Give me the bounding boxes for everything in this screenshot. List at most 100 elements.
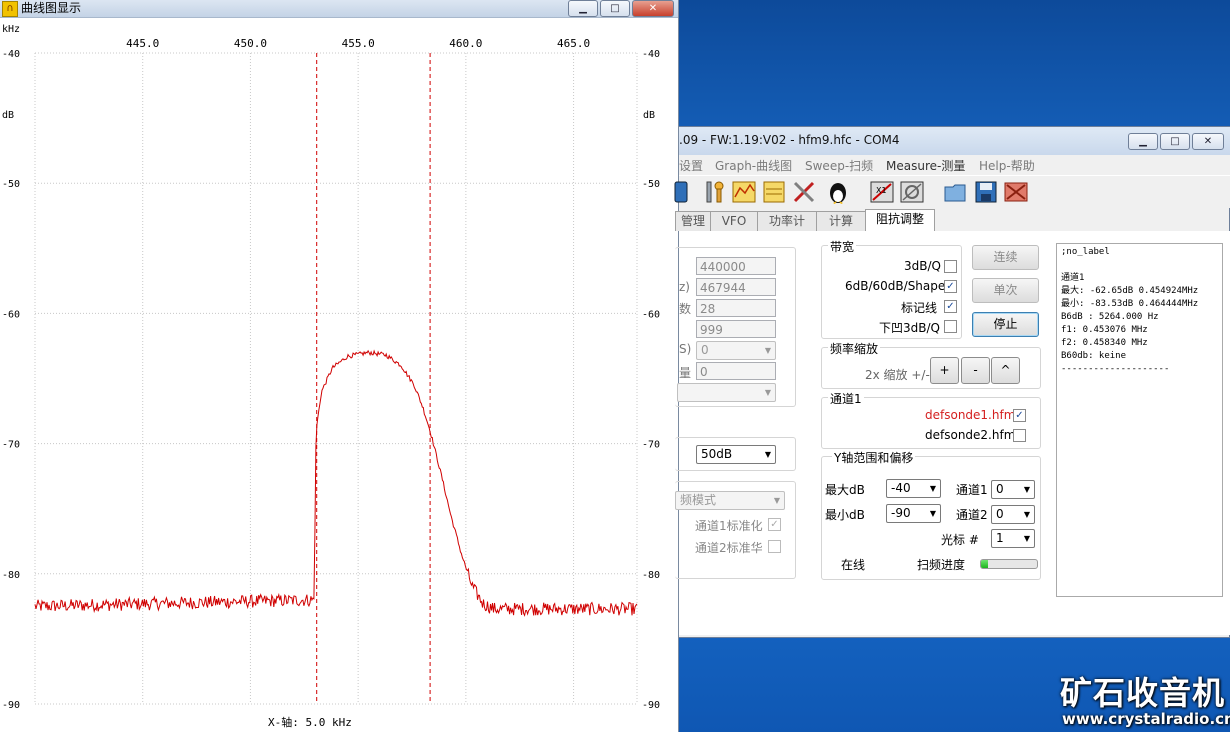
marker-lines [316,53,431,704]
bw-3db-checkbox[interactable] [944,260,957,273]
menu-graph[interactable]: Graph-曲线图 [715,157,792,174]
zoom-label: 2x 缩放 +/- [865,368,930,382]
y-tick-label-right: -70 [642,440,660,451]
minimize-button[interactable]: ▁ [568,0,598,17]
x-tick-label: 450.0 [234,37,267,50]
calibrate-icon[interactable] [791,179,817,205]
start-frequency-field[interactable]: 440000 [696,257,776,275]
ch1-offset-select[interactable]: 0 ▼ [991,480,1035,499]
open-folder-icon[interactable] [943,179,969,205]
file2-checkbox[interactable] [1013,429,1026,442]
bandwidth-title: 带宽 [828,238,857,255]
menu-sweep[interactable]: Sweep-扫频 [805,157,873,174]
response-curve [34,349,638,617]
sweep-progress-bar [980,559,1038,569]
maximize-button[interactable]: □ [600,0,630,17]
bw-shape-checkbox[interactable]: ✓ [944,280,957,293]
zoom-in-button[interactable]: + [930,357,959,384]
ch1-offset-label: 通道1 [956,483,988,497]
mode-select-2[interactable]: 频模式 ▼ [675,491,785,510]
measurement-log: ;no_label 通道1 最大: -62.65dB 0.454924MHz 最小:… [1056,243,1223,597]
main-panel: 440000 467944 z) 28 数 999 S) 0 ▼ 量 0 ▼ 50… [675,231,1230,635]
menu-settings[interactable]: 设置 [679,157,703,174]
menu-measure[interactable]: Measure-测量 [886,157,965,174]
gain-field[interactable]: 0 [696,362,776,380]
normalize-ch1-checkbox[interactable]: ✓ [768,518,781,531]
y-tick-label-left: -90 [2,700,20,711]
x-tick-label: 455.0 [342,37,375,50]
save-icon[interactable] [973,179,999,205]
mode-select[interactable]: 0 ▼ [696,341,776,360]
marker-line-checkbox[interactable]: ✓ [944,300,957,313]
range-select[interactable]: 50dB ▼ [696,445,776,464]
tab-manage[interactable]: 管理 [675,211,711,231]
single-button[interactable]: 单次 [972,278,1039,303]
online-status: 在线 [841,558,866,572]
measure-icon[interactable]: X1 [869,179,895,205]
x-tick-label: 460.0 [449,37,482,50]
close-button[interactable]: ✕ [632,0,674,17]
graph-title-bar[interactable]: ∩ 曲线图显示 ▁ □ ✕ [0,0,678,18]
max-db-label: 最大dB [825,483,865,497]
log-line: ;no_label [1061,247,1110,257]
tools-icon[interactable] [701,179,727,205]
data-icon[interactable] [761,179,787,205]
tab-strip: 管理 VFO 功率计 计算 阻抗调整 [675,209,1230,232]
app-icon: ∩ [2,1,18,17]
option-select[interactable]: ▼ [677,383,776,402]
normalize-ch1-label: 通道1标准化 [695,519,763,533]
graph-window-title: 曲线图显示 [21,1,82,15]
zoom-out-button[interactable]: - [961,357,990,384]
min-db-select[interactable]: -90 ▼ [886,504,941,523]
marker-line-label: 标记线 [901,301,938,315]
log-line: f1: 0.453076 MHz [1061,325,1148,335]
count-label: 数 [679,302,692,316]
app-minimize-button[interactable]: ▁ [1128,133,1158,150]
watermark-brand: 矿石收音机 [1060,674,1226,712]
frequency-response-plot: 445.0 450.0 455.0 460.0 465.0 -40 -50 -60 -70 -8… [2,24,660,729]
app-close-button[interactable]: ✕ [1192,133,1224,150]
notch-3db-checkbox[interactable] [944,320,957,333]
menu-help[interactable]: Help-帮助 [979,157,1035,174]
file1-checkbox[interactable]: ✓ [1013,409,1026,422]
connect-icon[interactable] [673,179,699,205]
stop-button[interactable]: 停止 [972,312,1039,337]
notch-3db-label: 下凹3dB/Q [879,321,940,335]
tab-vfo[interactable]: VFO [710,211,758,231]
x-axis-caption: X-轴: 5.0 kHz [268,715,352,729]
zoom-reset-button[interactable]: ^ [991,357,1020,384]
y-tick-label-right: -50 [642,179,660,190]
cursor-select[interactable]: 1 ▼ [991,529,1035,548]
mode-label: S) [679,342,692,356]
y-unit-label-right: dB [643,110,655,121]
bw-3db-label: 3dB/Q [904,259,941,273]
app-maximize-button[interactable]: □ [1160,133,1190,150]
tab-impedance-adjust[interactable]: 阻抗调整 [865,209,935,232]
normalize-ch2-checkbox[interactable] [768,540,781,553]
toolbar: X1 [674,175,1230,208]
app-window-title: .09 - FW:1.19:V02 - hfm9.hfc - COM4 [679,133,900,147]
compare-icon[interactable] [899,179,925,205]
gain-label: 量 [679,366,692,380]
y-tick-label-right: -60 [642,309,660,320]
y-tick-labels-right: -40 -50 -60 -70 -80 -90 [642,49,660,711]
app-title-bar[interactable]: .09 - FW:1.19:V02 - hfm9.hfc - COM4 ▁ □ … [679,127,1230,155]
tab-calculate[interactable]: 计算 [816,211,866,231]
menu-bar: 设置 Graph-曲线图 Sweep-扫频 Measure-测量 Help-帮助 [679,155,1230,175]
graph-icon[interactable] [731,179,757,205]
y-axis-title: Y轴范围和偏移 [832,449,916,466]
delete-icon[interactable] [1003,179,1029,205]
bw-shape-label: 6dB/60dB/Shape [845,279,946,293]
stop-frequency-field[interactable]: 467944 [696,278,776,296]
log-line: f2: 0.458340 MHz [1061,338,1148,348]
step-field[interactable]: 28 [696,299,776,317]
continuous-button[interactable]: 连续 [972,245,1039,270]
count-field[interactable]: 999 [696,320,776,338]
y-tick-labels-left: -40 -50 -60 -70 -80 -90 [2,49,20,711]
tab-power-meter[interactable]: 功率计 [757,211,817,231]
max-db-select[interactable]: -40 ▼ [886,479,941,498]
graph-window: ∩ 曲线图显示 ▁ □ ✕ 445.0 450.0 455.0 460.0 465.0 … [0,0,679,732]
channel-title: 通道1 [828,390,864,407]
ch2-offset-select[interactable]: 0 ▼ [991,505,1035,524]
linux-penguin-icon[interactable] [825,179,851,205]
